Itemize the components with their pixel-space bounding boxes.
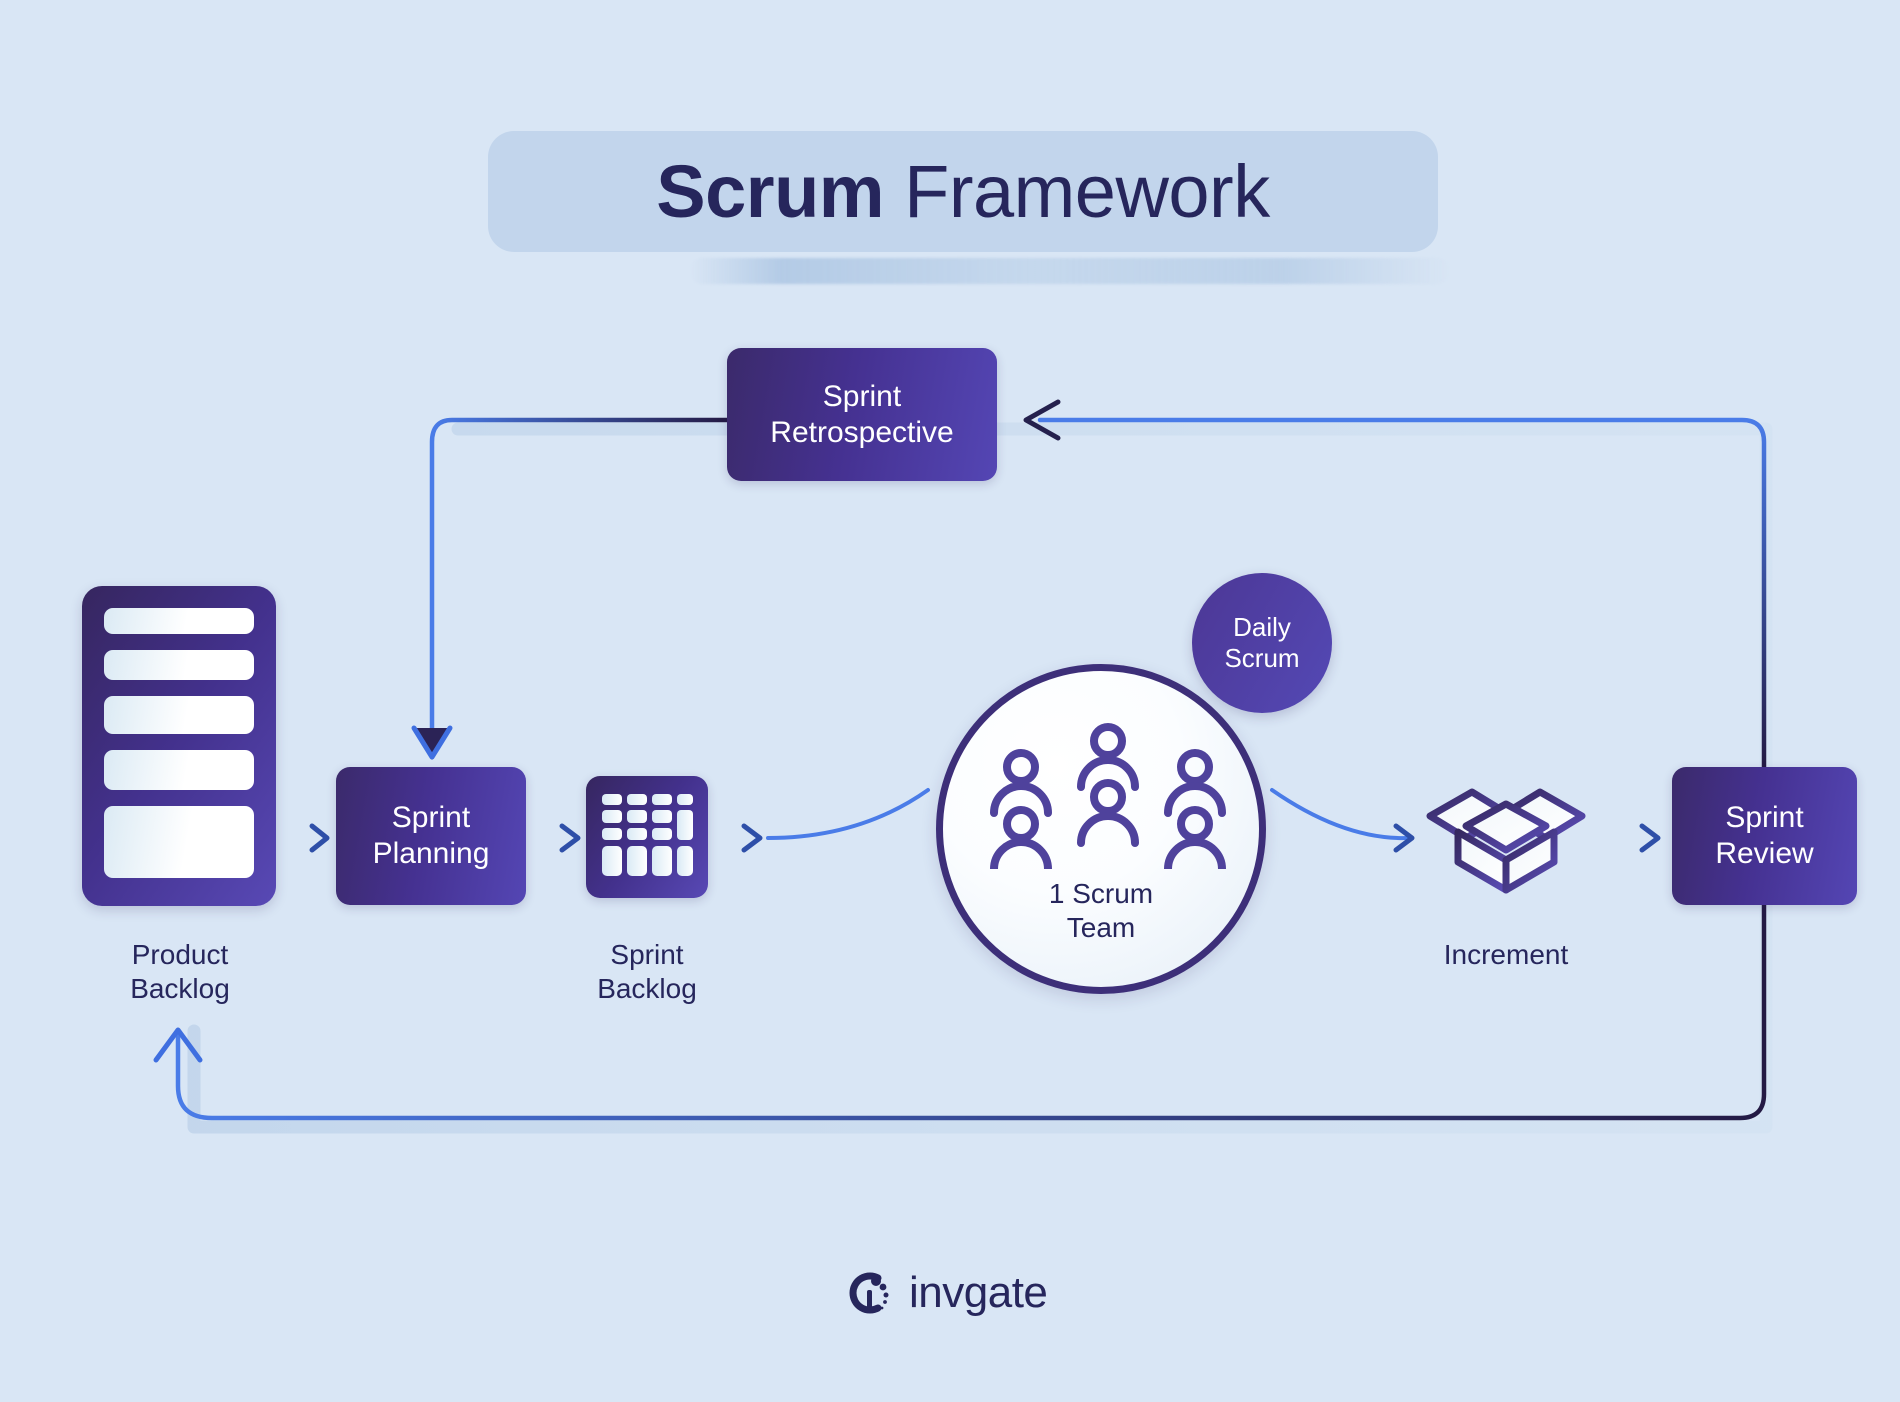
arrow-sprint-backlog-to-team [719,823,763,853]
scrum-team-label-line1: 1 Scrum [1048,878,1154,909]
backlog-bar [104,750,254,790]
scrum-team-label-line2: Team [1066,911,1136,943]
sprint-backlog-label: Sprint Backlog [507,938,787,1005]
invgate-swirl-icon [849,1272,889,1314]
title-pill: Scrum Framework [488,131,1438,252]
curve-team-to-increment [1270,788,1410,841]
sprint-backlog-label-line2: Backlog [597,972,697,1004]
stacked-list-icon [82,586,276,906]
product-backlog-label-line1: Product [131,939,229,970]
grid-cards-icon [586,776,708,898]
arrowhead-to-planning [414,728,450,760]
arrow-increment-to-review [1615,823,1661,853]
grid-cards-glyph [602,794,693,876]
daily-scrum-label-line1: Daily [1233,612,1291,643]
daily-scrum-label-line2: Scrum [1224,643,1300,673]
footer-logo: invgate [845,1268,1048,1318]
backlog-bar [104,650,254,680]
backlog-bar [104,806,254,878]
node-sprint-retrospective[interactable]: Sprint Retrospective [727,348,997,481]
arrowhead-to-product-backlog [153,1027,203,1063]
invgate-wordmark: invgate [909,1268,1048,1317]
page-title-light: Framework [884,150,1270,233]
product-backlog-label-line2: Backlog [130,972,230,1004]
curve-to-scrum-team [766,788,930,840]
scrum-team-label: 1 Scrum Team [943,877,1259,944]
sprint-planning-label-line1: Sprint [391,801,471,834]
product-backlog-label: Product Backlog [40,938,320,1005]
title-brush-stroke [690,258,1450,284]
backlog-bar [104,696,254,734]
page-title-strong: Scrum [656,150,885,233]
increment-label: Increment [1443,939,1569,970]
sprint-retrospective-label-line1: Sprint [822,379,902,413]
connector-retrospective-to-planning [429,417,730,743]
sprint-backlog-label-line1: Sprint [610,939,684,970]
node-sprint-planning[interactable]: Sprint Planning [336,767,526,905]
arrowhead-to-retrospective [1023,399,1061,441]
arrow-planning-to-sprint-backlog [537,823,581,853]
sprint-review-label-line1: Sprint [1725,801,1804,834]
people-group-icon [990,723,1226,869]
open-box-glyph [1426,788,1586,894]
arrowhead-to-increment [1393,823,1415,853]
node-daily-scrum[interactable]: Daily Scrum [1192,573,1332,713]
node-scrum-team[interactable]: 1 Scrum Team [936,664,1266,994]
open-box-icon [1424,766,1588,896]
scrum-framework-infographic: Scrum Framework Sprint Retrospective Pro… [0,0,1900,1402]
arrow-backlog-to-planning [287,823,330,853]
sprint-planning-label-line2: Planning [372,837,490,870]
backlog-bar [104,608,254,634]
page-title: Scrum Framework [656,149,1270,234]
sprint-review-label-line2: Review [1715,837,1814,870]
node-sprint-review[interactable]: Sprint Review [1672,767,1857,905]
sprint-retrospective-label-line2: Retrospective [770,415,954,449]
